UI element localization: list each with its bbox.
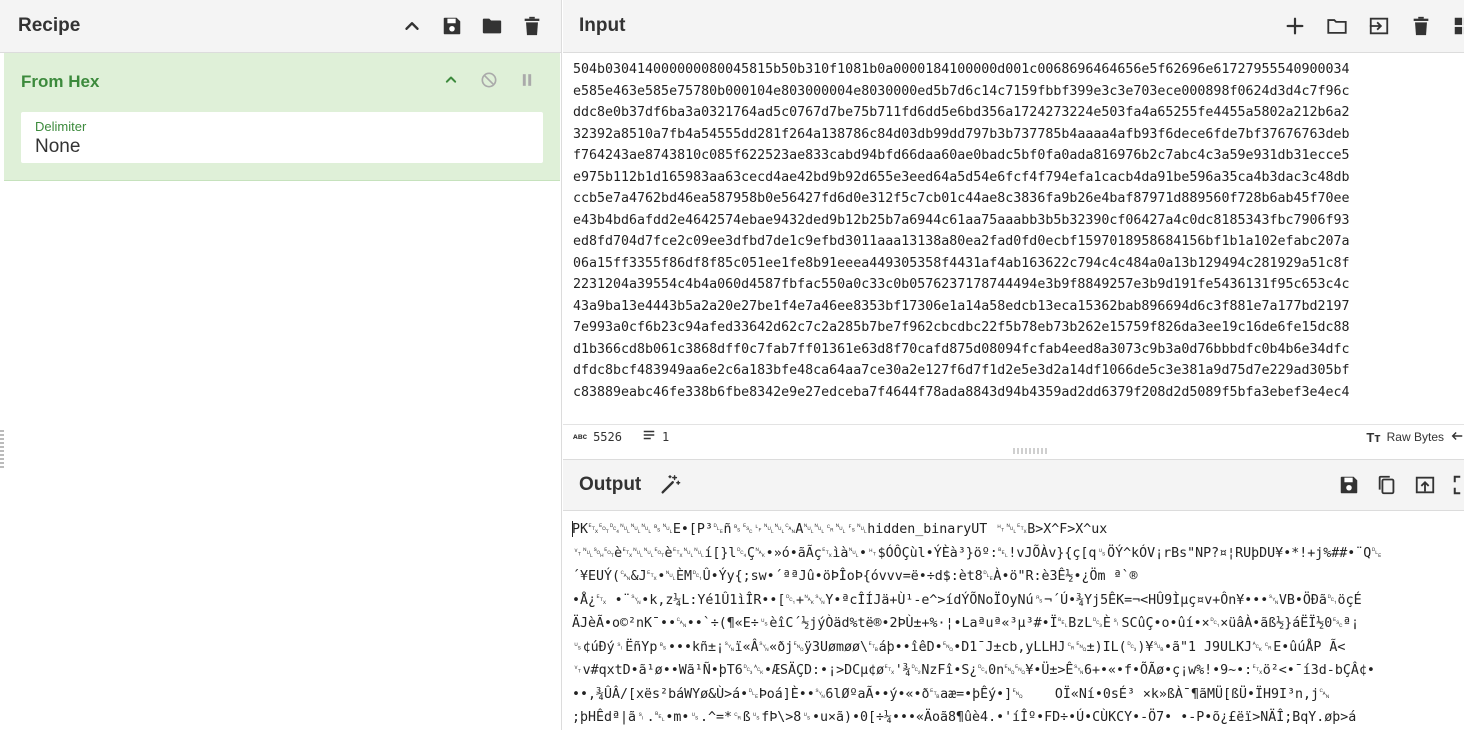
replace-input-icon[interactable]	[1414, 474, 1436, 496]
output-line: ´¥EUÝ(␘&J␃•␀ÈM␑Û•Ýy{;sw•´ªªJû•öÞÎoÞ{óvvv…	[572, 569, 1138, 584]
recipe-header: Recipe	[0, 0, 561, 53]
input-line: e585e463e585e75780b000104e803000004e8030…	[573, 83, 1350, 99]
input-title: Input	[579, 15, 626, 36]
io-resize-handle[interactable]	[1013, 448, 1049, 454]
lines-stat: 1	[642, 428, 669, 445]
output-line-text: PK␃␄␔␀␀␀␈␀E•[P³␐ñ␈␛␊␀␀␘A␀␀␍␀␜␀hidden_bin…	[572, 522, 1108, 537]
abc-icon: ᴀʙᴄ	[573, 432, 588, 441]
arrow-left-icon	[1450, 429, 1464, 446]
operation-controls	[440, 69, 538, 91]
input-line: 32392a8510a7fb4a54555dd281f264a138786c84…	[573, 126, 1350, 142]
save-icon[interactable]	[441, 15, 463, 37]
from-hex-operation[interactable]: From Hex Delimiter None	[4, 53, 560, 181]
io-pane: Input 504b03041400000008004581​5b50b310f…	[563, 0, 1464, 730]
input-lines-count: 1	[661, 429, 670, 444]
input-line: 06a15ff3355f86df8f85c051ee1fe8b91eeea449…	[573, 255, 1350, 271]
input-line: ddc8e0b37df6ba3a0321764ad5c0767d7be75b71…	[573, 105, 1350, 120]
output-title-group: Output	[579, 474, 681, 496]
copy-icon[interactable]	[1376, 474, 1398, 496]
delimiter-label: Delimiter	[35, 119, 87, 134]
pane-resize-handle[interactable]	[0, 430, 4, 470]
input-line: e43b4bd6afdd2e4642574ebae9432ded9b12b25b…	[573, 212, 1350, 228]
length-stat: ᴀʙᴄ 5526	[573, 430, 622, 444]
output-line: ␟¢úÐý␏ËñYp␈•••kñ±¡␖ï«Â␖«ðj␅ÿ3Uømøø\␗áþ••…	[572, 639, 1346, 655]
output-line: •Å¿␃ •¨␖•k,z¼L:Yé1Û1ìÎR••[␑+␕␖Y•ªcÎÍJä+Ù…	[572, 592, 1362, 608]
output-line: ••,¾ÛÂ/[xës²báWYø&Ù>á•␐Þoá]È••␖6lØºaÃ••ý…	[572, 686, 1330, 702]
input-line: e975b112b1d165983aa63cecd4ae42bd9b92d655…	[573, 169, 1350, 185]
chevron-up-icon[interactable]	[401, 15, 423, 37]
folder-icon[interactable]	[481, 15, 503, 37]
input-toolbar	[1284, 15, 1464, 37]
delimiter-value: None	[35, 136, 81, 157]
recipe-title: Recipe	[18, 15, 81, 36]
trash-icon[interactable]	[1410, 15, 1432, 37]
layout-icon[interactable]	[1452, 15, 1464, 37]
input-line: 504b03041400000008004581​5b50b310f1081b0…	[573, 62, 1350, 77]
chevron-up-icon[interactable]	[440, 69, 462, 91]
disable-icon[interactable]	[478, 69, 500, 91]
output-line: ␋v#qxtD•ã¹ø••Wã¹Ñ•þT6␓␆•ÆSÄÇD:•¡>DCµ¢ø␃'…	[572, 663, 1375, 678]
input-line: c83889eabc46fe338b6fbe8342e9e27edceba7f4…	[573, 384, 1350, 400]
input-line: ed8fd704d7fce2c09ee3dfbd7de1c9efbd3011aa…	[573, 234, 1350, 249]
input-line: 43a9ba13e4443b5a2a20e27be1f4e7a46ee8353b…	[573, 298, 1350, 314]
input-line: 7e993a0cf6b23c94afed33642d62c7c2a285b7be…	[573, 320, 1350, 335]
output-line: ;þHÊdª|ã␏.␇•m•␟.^=*␍ß␟fÞ\>8␟•u×ã)•0[÷¼••…	[572, 710, 1357, 725]
trash-icon[interactable]	[521, 15, 543, 37]
input-textarea[interactable]: 504b03041400000008004581​5b50b310f1081b0…	[563, 53, 1464, 423]
operation-title: From Hex	[21, 72, 100, 91]
output-header: Output	[563, 459, 1464, 511]
output-textarea[interactable]: PK␃␄␔␀␀␀␈␀E•[P³␐ñ␈␛␊␀␀␘A␀␀␍␀␜␀hidden_bin…	[563, 512, 1464, 730]
import-icon[interactable]	[1368, 15, 1390, 37]
plus-icon[interactable]	[1284, 15, 1306, 37]
output-line: PK␃␄␔␀␀␀␈␀E•[P³␐ñ␈␛␊␀␀␘A␀␀␍␀␜␀hidden_bin…	[572, 518, 1464, 542]
lines-icon	[642, 428, 656, 445]
magic-wand-icon[interactable]	[659, 474, 681, 496]
output-title: Output	[579, 474, 642, 495]
recipe-toolbar	[401, 15, 543, 37]
input-line: 2231204a39554c4b4a060d4587fbfac550a0c33c…	[573, 277, 1350, 292]
output-line: ÄJèÃ•o©²nK¯••␘••`÷(¶«E÷␟èîC´½jýÒäd%të®•2…	[572, 616, 1359, 631]
input-encoding: Raw Bytes	[1386, 430, 1444, 444]
input-status-bar: ᴀʙᴄ 5526 1 Tт Raw Bytes	[563, 424, 1464, 448]
encoding-control[interactable]: Tт Raw Bytes	[1366, 425, 1464, 449]
recipe-pane: Recipe From Hex Delimiter None	[0, 0, 562, 730]
text-format-icon: Tт	[1366, 429, 1381, 445]
input-line: d1b366cd8b061c3868dff0c7fab7ff01361e63d8…	[573, 341, 1350, 357]
save-icon[interactable]	[1338, 474, 1360, 496]
open-folder-icon[interactable]	[1326, 15, 1348, 37]
input-line: f764243ae8743810c085f622523ae833cabd94bf…	[573, 148, 1350, 163]
input-line: ccb5e7a4762bd46ea587958b0e56427fd6d0e312…	[573, 191, 1350, 206]
input-line: dfdc8bcf483949aa6e2c6a183bfe48ca64aa7ce3…	[573, 363, 1350, 378]
pause-icon[interactable]	[516, 69, 538, 91]
input-header: Input	[563, 0, 1464, 53]
delimiter-field[interactable]: Delimiter None	[21, 112, 543, 163]
input-length: 5526	[593, 429, 622, 444]
maximize-icon[interactable]	[1452, 474, 1464, 496]
output-line: ␋␀␁␄è␃␀␀␄è␃␀␀í[}l␔Ç␕•»ó•ãÃç␃ìà␀•␉$ÓÔÇùl•…	[572, 545, 1382, 561]
output-toolbar	[1338, 474, 1464, 496]
